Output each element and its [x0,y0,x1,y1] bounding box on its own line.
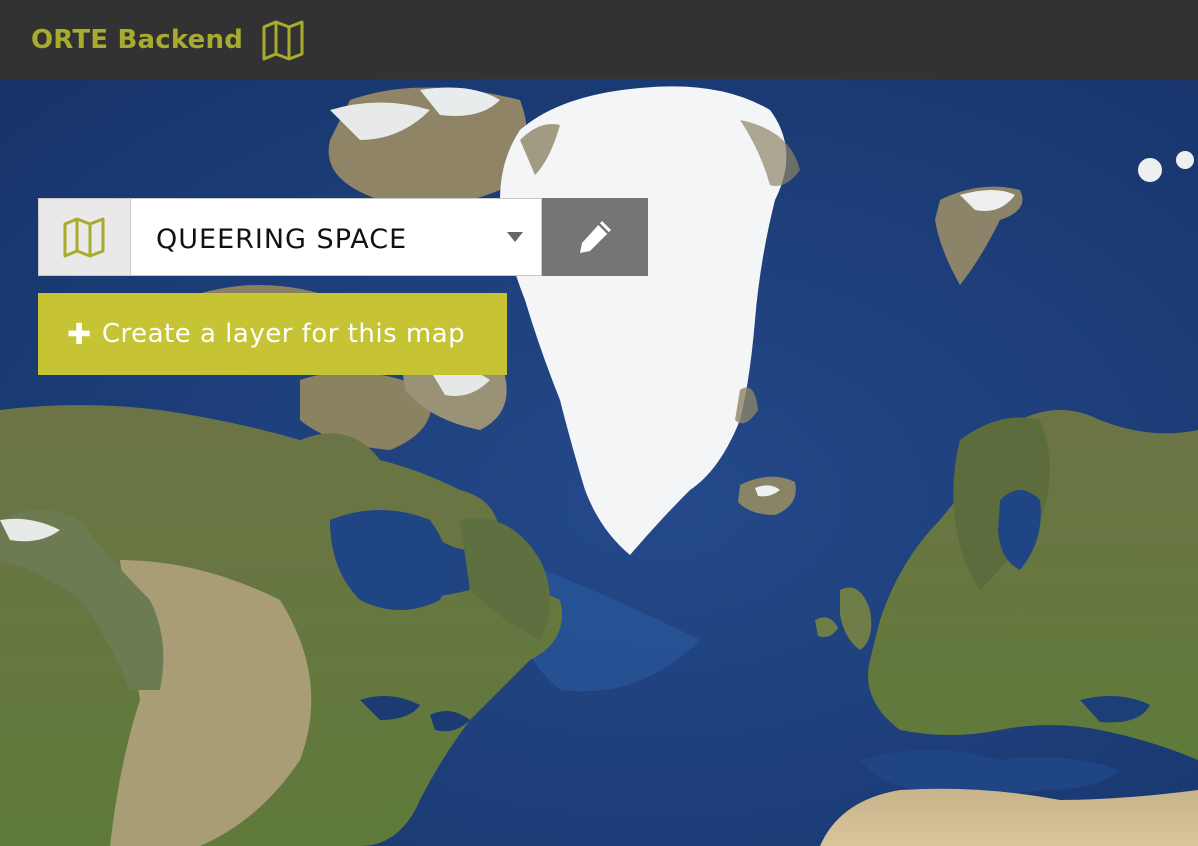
map-selector: QUEERING SPACE [38,198,648,276]
top-bar: ORTE Backend [0,0,1198,79]
create-layer-button[interactable]: ✚ Create a layer for this map [38,293,507,375]
create-layer-label: Create a layer for this map [101,319,466,349]
plus-icon: ✚ [67,316,92,351]
map-canvas[interactable] [0,79,1198,846]
edit-map-button[interactable] [542,198,648,276]
satellite-basemap [0,79,1198,846]
map-icon-box[interactable] [38,198,131,276]
pencil-icon [580,221,611,253]
folded-map-icon [63,217,104,258]
folded-map-icon[interactable] [261,19,307,61]
chevron-down-icon [507,232,523,242]
selected-map-name: QUEERING SPACE [156,223,408,255]
map-select-dropdown[interactable]: QUEERING SPACE [131,198,542,276]
app-title[interactable]: ORTE Backend [31,25,243,55]
